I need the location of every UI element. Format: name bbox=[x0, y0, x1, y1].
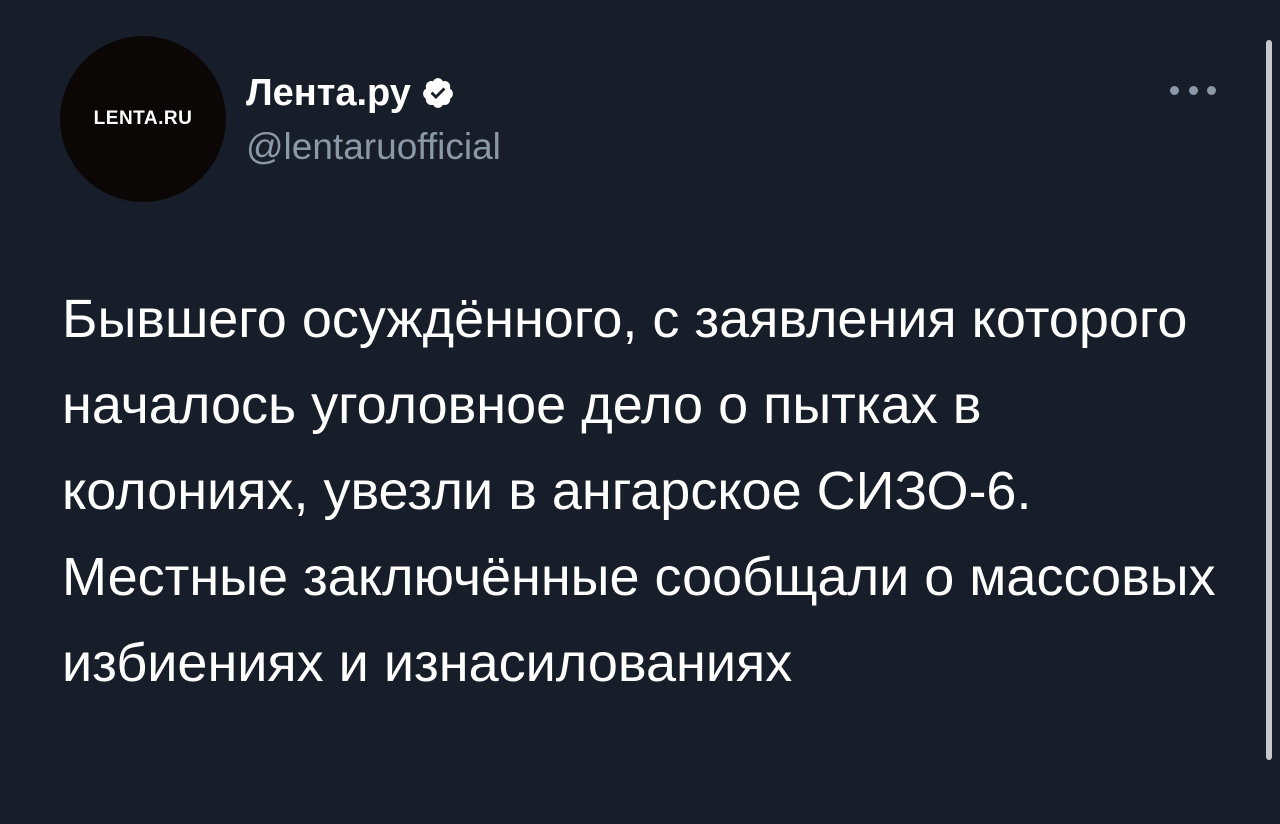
display-name[interactable]: Лента.ру bbox=[246, 72, 411, 115]
author-name-row: Лента.ру bbox=[246, 68, 455, 118]
user-handle[interactable]: @lentaruofficial bbox=[246, 126, 501, 168]
more-dot bbox=[1188, 85, 1198, 95]
more-dot bbox=[1207, 85, 1216, 95]
verified-badge-icon bbox=[423, 78, 453, 108]
tweet-card: LENTA.RU Лента.ру @lentaruofficial Бывше… bbox=[0, 0, 1280, 824]
avatar[interactable]: LENTA.RU bbox=[60, 36, 226, 202]
tweet-text: Бывшего осуждённого, с заявления которог… bbox=[62, 289, 1216, 693]
avatar-logo-text: LENTA.RU bbox=[93, 108, 193, 129]
more-horizontal-icon[interactable] bbox=[1170, 78, 1216, 102]
scrollbar[interactable] bbox=[1266, 40, 1272, 760]
more-dot bbox=[1170, 85, 1179, 95]
